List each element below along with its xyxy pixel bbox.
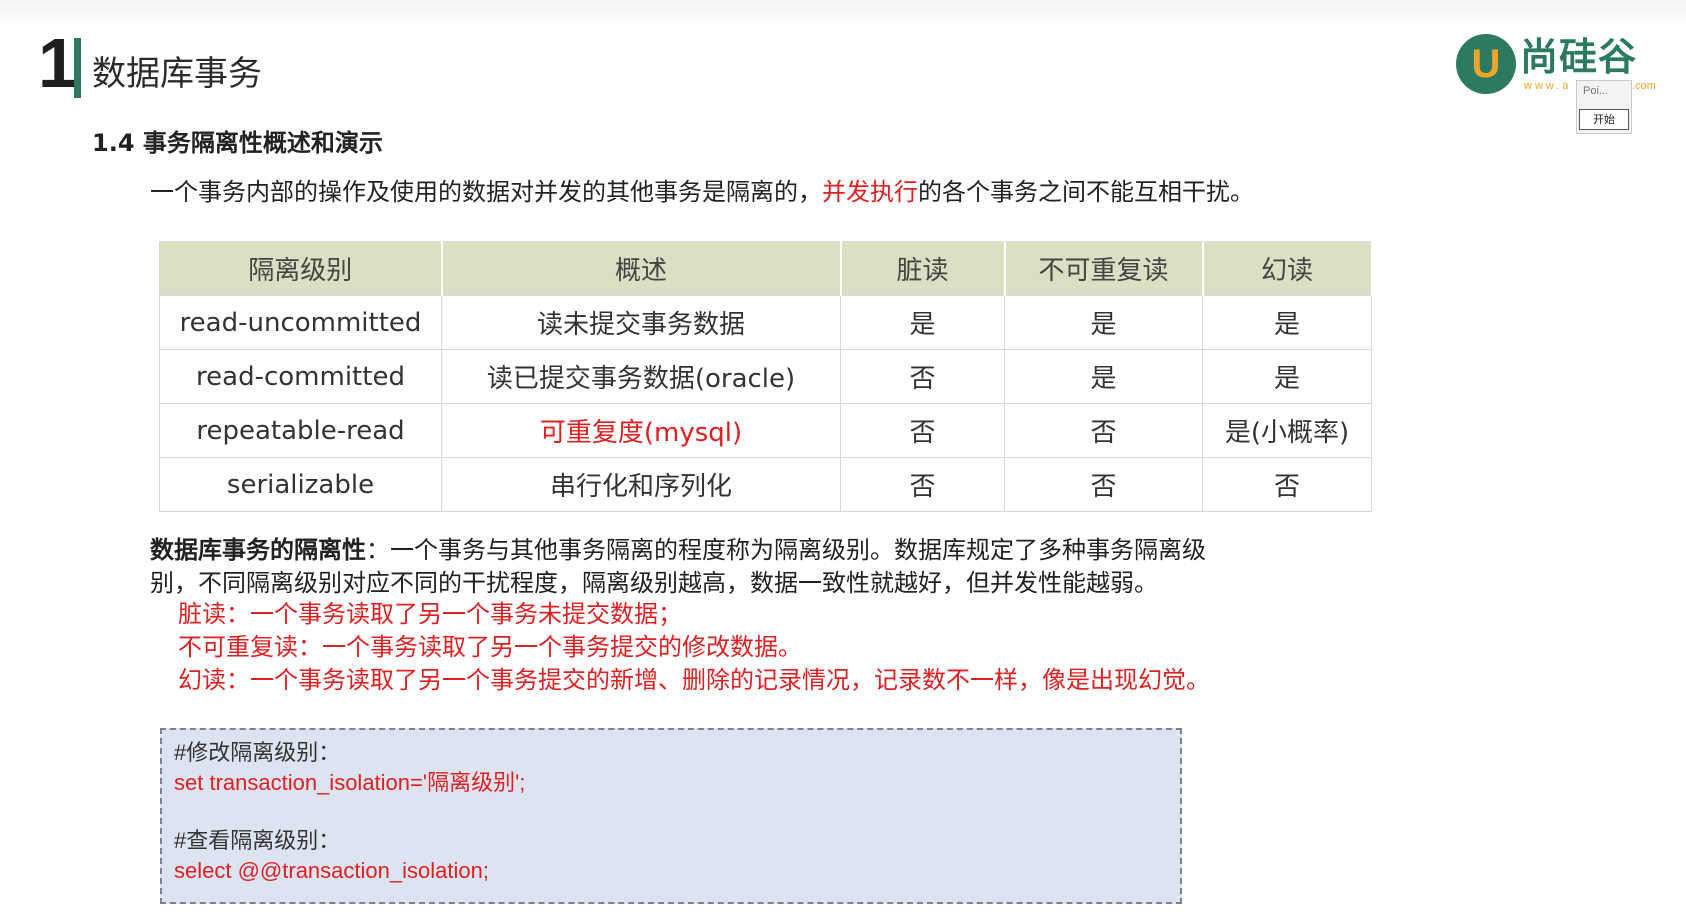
table-cell: 是 bbox=[1202, 295, 1372, 350]
table-cell: 读未提交事务数据 bbox=[441, 295, 841, 350]
table-cell: 是 bbox=[1004, 295, 1203, 350]
definition-dirty-read: 脏读：一个事务读取了另一个事务未提交数据； bbox=[178, 600, 682, 628]
intro-part1: 一个事务内部的操作及使用的数据对并发的其他事务是隔离的， bbox=[150, 178, 822, 206]
table-cell: repeatable-read bbox=[159, 403, 442, 458]
brand-logo: U 尚硅谷 www.a .com bbox=[1456, 34, 1666, 104]
chapter-accent-bar bbox=[74, 38, 81, 98]
intro-part2: 的各个事务之间不能互相干扰。 bbox=[918, 178, 1254, 206]
chapter-title: 数据库事务 bbox=[92, 54, 262, 94]
code-comment-select: #查看隔离级别： bbox=[174, 828, 341, 853]
code-select-statement: select @@transaction_isolation; bbox=[174, 858, 489, 883]
table-row: serializable 串行化和序列化 否 否 否 bbox=[159, 457, 1372, 512]
intro-highlight: 并发执行 bbox=[822, 178, 918, 206]
start-button[interactable]: 开始 bbox=[1579, 109, 1629, 130]
paragraph-bold-lead: 数据库事务的隔离性 bbox=[150, 536, 366, 564]
top-fade bbox=[0, 0, 1686, 30]
logo-name: 尚硅谷 bbox=[1520, 35, 1638, 79]
table-row: repeatable-read 可重复度(mysql) 否 否 是(小概率) bbox=[159, 403, 1372, 458]
pointer-widget: Poi... 开始 bbox=[1576, 80, 1632, 134]
isolation-table: 隔离级别 概述 脏读 不可重复读 幻读 read-uncommitted 读未提… bbox=[159, 241, 1373, 512]
table-cell: 是(小概率) bbox=[1202, 403, 1372, 458]
table-cell: 否 bbox=[840, 349, 1005, 404]
slide: 1 数据库事务 U 尚硅谷 www.a .com Poi... 开始 1.4 事… bbox=[0, 0, 1686, 921]
code-set-statement: set transaction_isolation='隔离级别'; bbox=[174, 770, 526, 795]
table-cell: read-committed bbox=[159, 349, 442, 404]
table-row: read-uncommitted 读未提交事务数据 是 是 是 bbox=[159, 295, 1372, 350]
header-summary: 概述 bbox=[441, 241, 842, 296]
logo-mark-icon: U bbox=[1456, 34, 1516, 94]
header-phantom-read: 幻读 bbox=[1202, 241, 1373, 296]
paragraph-line-2: 别，不同隔离级别对应不同的干扰程度，隔离级别越高，数据一致性就越好，但并发性能越… bbox=[150, 569, 1158, 597]
chapter-number: 1 bbox=[38, 24, 77, 102]
pointer-label: Poi... bbox=[1583, 85, 1609, 97]
logo-url-right: .com bbox=[1632, 80, 1656, 92]
table-cell: 串行化和序列化 bbox=[441, 457, 841, 512]
header-dirty-read: 脏读 bbox=[840, 241, 1006, 296]
table-cell: 是 bbox=[840, 295, 1005, 350]
intro-text: 一个事务内部的操作及使用的数据对并发的其他事务是隔离的，并发执行的各个事务之间不… bbox=[150, 176, 1254, 208]
section-heading: 1.4 事务隔离性概述和演示 bbox=[92, 129, 383, 157]
table-cell: 读已提交事务数据(oracle) bbox=[441, 349, 841, 404]
code-comment-set: #修改隔离级别： bbox=[174, 740, 341, 765]
table-cell: 是 bbox=[1004, 349, 1203, 404]
definition-phantom-read: 幻读：一个事务读取了另一个事务提交的新增、删除的记录情况，记录数不一样，像是出现… bbox=[178, 666, 1210, 694]
definition-non-repeatable-read: 不可重复读：一个事务读取了另一个事务提交的修改数据。 bbox=[178, 633, 802, 661]
table-row: read-committed 读已提交事务数据(oracle) 否 是 是 bbox=[159, 349, 1372, 404]
table-cell: 否 bbox=[840, 457, 1005, 512]
table-cell: serializable bbox=[159, 457, 442, 512]
table-cell: 否 bbox=[840, 403, 1005, 458]
table-cell: read-uncommitted bbox=[159, 295, 442, 350]
table-cell-highlight: 可重复度(mysql) bbox=[441, 403, 841, 458]
table-cell: 否 bbox=[1202, 457, 1372, 512]
logo-url-left: www.a bbox=[1524, 80, 1572, 92]
header-isolation-level: 隔离级别 bbox=[159, 241, 443, 296]
code-box: #修改隔离级别： set transaction_isolation='隔离级别… bbox=[160, 728, 1182, 904]
paragraph-text-1: ：一个事务与其他事务隔离的程度称为隔离级别。数据库规定了多种事务隔离级 bbox=[366, 536, 1206, 564]
definitions-list: 脏读：一个事务读取了另一个事务未提交数据； 不可重复读：一个事务读取了另一个事务… bbox=[178, 598, 1210, 697]
header-non-repeatable-read: 不可重复读 bbox=[1004, 241, 1204, 296]
paragraph-line-1: 数据库事务的隔离性：一个事务与其他事务隔离的程度称为隔离级别。数据库规定了多种事… bbox=[150, 534, 1350, 567]
isolation-paragraph: 数据库事务的隔离性：一个事务与其他事务隔离的程度称为隔离级别。数据库规定了多种事… bbox=[150, 534, 1350, 600]
table-cell: 否 bbox=[1004, 457, 1203, 512]
table-cell: 否 bbox=[1004, 403, 1203, 458]
table-cell: 是 bbox=[1202, 349, 1372, 404]
table-header-row: 隔离级别 概述 脏读 不可重复读 幻读 bbox=[159, 241, 1373, 296]
